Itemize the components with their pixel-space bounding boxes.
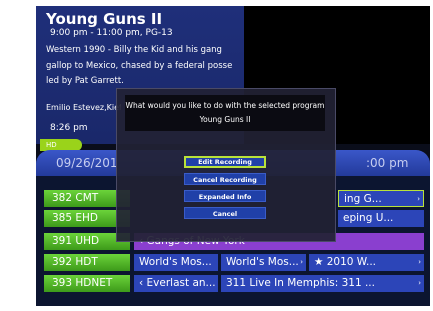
program-cell-label: World's Mos... xyxy=(226,256,299,268)
current-time: 8:26 pm xyxy=(50,123,88,133)
program-cell[interactable]: World's Mos... xyxy=(134,254,218,271)
program-cast: Emilio Estevez,Kiefer xyxy=(46,103,121,112)
recording-options-dialog: What would you like to do with the selec… xyxy=(116,88,336,242)
program-time-rating: 9:00 pm - 11:00 pm, PG-13 xyxy=(50,28,173,38)
program-cell-label: 311 Live In Memphis: 311 ... xyxy=(226,277,375,289)
program-cell[interactable]: World's Mos... › xyxy=(221,254,306,271)
program-cell-label: ‹ Everlast an... xyxy=(139,277,216,289)
chevron-right-icon: › xyxy=(418,258,421,266)
dialog-question: What would you like to do with the selec… xyxy=(125,101,325,110)
program-cell[interactable]: eping U... xyxy=(338,210,424,227)
tv-screen: Young Guns II 9:00 pm - 11:00 pm, PG-13 … xyxy=(36,6,430,306)
program-cell[interactable]: ing G... › xyxy=(338,190,424,207)
cancel-recording-button[interactable]: Cancel Recording xyxy=(184,173,266,185)
program-description: Western 1990 - Billy the Kid and his gan… xyxy=(46,45,233,86)
edit-recording-button[interactable]: Edit Recording xyxy=(184,156,266,168)
channel-hdnet[interactable]: 393 HDNET xyxy=(44,275,130,292)
chevron-right-icon: › xyxy=(300,258,303,266)
program-title: Young Guns II xyxy=(46,10,163,28)
guide-timeslot: :00 pm xyxy=(366,156,409,170)
chevron-right-icon: › xyxy=(418,279,421,287)
program-cell[interactable]: 311 Live In Memphis: 311 ... › xyxy=(221,275,424,292)
program-cell[interactable]: ‹ Everlast an... xyxy=(134,275,218,292)
program-cell-label: ★ 2010 W... xyxy=(314,256,377,268)
dialog-program-title: Young Guns II xyxy=(199,115,251,124)
channel-hdt[interactable]: 392 HDT xyxy=(44,254,130,271)
guide-date: 09/26/201 xyxy=(56,156,118,170)
expanded-info-button[interactable]: Expanded Info xyxy=(184,190,266,202)
program-cell[interactable]: ★ 2010 W... › xyxy=(309,254,424,271)
cancel-button[interactable]: Cancel xyxy=(184,207,266,219)
program-cell-label: ing G... xyxy=(344,193,382,205)
chevron-right-icon: › xyxy=(417,195,420,203)
program-cell-label: World's Mos... xyxy=(139,256,212,268)
program-cell-label: eping U... xyxy=(343,212,394,224)
dialog-header: What would you like to do with the selec… xyxy=(125,95,325,131)
